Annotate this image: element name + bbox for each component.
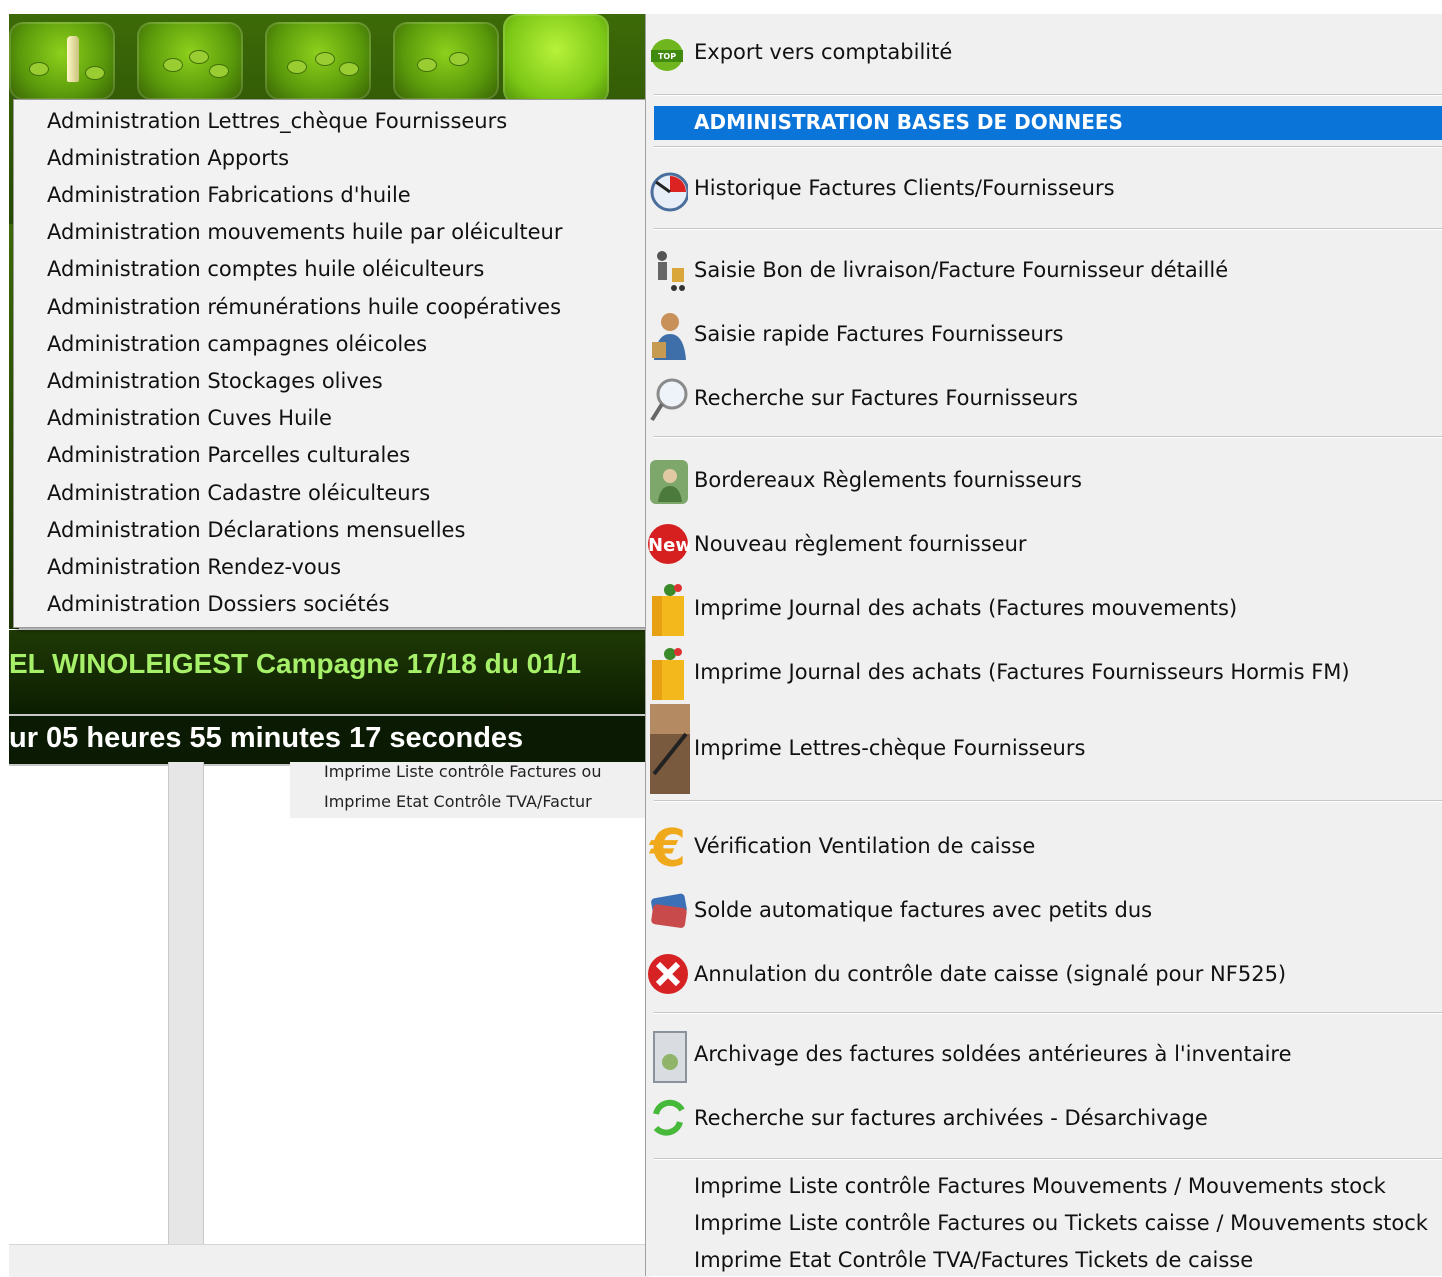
- submenu-item-rendez-vous[interactable]: Administration Rendez-vous: [47, 555, 341, 579]
- pen-signing-icon: [648, 704, 690, 794]
- menu-item-liste-tickets-stock[interactable]: Imprime Liste contrôle Factures ou Ticke…: [646, 1207, 1442, 1243]
- menu-item-annulation-controle[interactable]: Annulation du contrôle date caisse (sign…: [646, 942, 1442, 1006]
- menu-item-label: Bordereaux Règlements fournisseurs: [694, 468, 1082, 492]
- menu-item-imprime-lettres-cheque[interactable]: Imprime Lettres-chèque Fournisseurs: [646, 704, 1442, 800]
- delivery-cart-icon: [648, 242, 690, 298]
- euro-icon: €: [648, 816, 690, 879]
- svg-text:€: €: [649, 819, 686, 876]
- submenu-item-comptes-huile[interactable]: Administration comptes huile oléiculteur…: [47, 257, 484, 281]
- menu-item-label: Nouveau règlement fournisseur: [694, 532, 1027, 556]
- menu-item-label: Imprime Journal des achats (Factures mou…: [694, 596, 1238, 620]
- payment-person-icon: [648, 452, 690, 508]
- menu-item-administration-bases[interactable]: ADMINISTRATION BASES DE DONNEES: [654, 106, 1442, 140]
- svg-text:New: New: [648, 535, 690, 556]
- administration-submenu: Administration Lettres_chèque Fournisseu…: [13, 99, 648, 628]
- menu-item-verification-ventilation[interactable]: € Vérification Ventilation de caisse: [646, 814, 1442, 879]
- shopping-bag-icon: [648, 644, 690, 702]
- magnifier-icon: [648, 370, 690, 426]
- menu-item-label: Solde automatique factures avec petits d…: [694, 898, 1153, 922]
- submenu-item-cuves[interactable]: Administration Cuves Huile: [47, 406, 332, 430]
- submenu-item-declarations[interactable]: Administration Déclarations mensuelles: [47, 518, 465, 542]
- menu-item-label: Imprime Liste contrôle Factures ou Ticke…: [694, 1211, 1428, 1235]
- archive-icon: [648, 1026, 690, 1084]
- menu-item-label: Imprime Etat Contrôle TVA/Factures Ticke…: [694, 1248, 1254, 1272]
- context-menu: TOP Export vers comptabilité ADMINISTRAT…: [645, 14, 1442, 1276]
- background-menu-fragment: Imprime Liste contrôle Factures ou Impri…: [290, 762, 650, 818]
- menu-item-solde-automatique[interactable]: Solde automatique factures avec petits d…: [646, 878, 1442, 942]
- menu-item-label: Vérification Ventilation de caisse: [694, 834, 1036, 858]
- menu-item-label: Annulation du contrôle date caisse (sign…: [694, 962, 1287, 986]
- bg-menu-item: Imprime Etat Contrôle TVA/Factur: [324, 792, 592, 811]
- submenu-item-apports[interactable]: Administration Apports: [47, 146, 289, 170]
- vertical-scrollbar[interactable]: [168, 762, 204, 1244]
- menu-item-label: Export vers comptabilité: [694, 40, 953, 64]
- submenu-item-dossiers[interactable]: Administration Dossiers sociétés: [47, 592, 389, 616]
- menu-item-recherche-archivees[interactable]: Recherche sur factures archivées - Désar…: [646, 1086, 1442, 1150]
- shopping-bag-icon: [648, 580, 690, 638]
- banner-tile-olives-2: [265, 22, 371, 100]
- menu-separator: [654, 800, 1442, 802]
- banner-tile-wine: [9, 22, 115, 100]
- submenu-item-remunerations[interactable]: Administration rémunérations huile coopé…: [47, 295, 561, 319]
- menu-item-saisie-rapide[interactable]: Saisie rapide Factures Fournisseurs: [646, 302, 1442, 366]
- clock-icon: [648, 160, 690, 216]
- menu-item-export[interactable]: TOP Export vers comptabilité: [646, 28, 1442, 74]
- menu-item-etat-tva[interactable]: Imprime Etat Contrôle TVA/Factures Ticke…: [646, 1244, 1442, 1276]
- menu-separator: [654, 228, 1442, 230]
- user-box-icon: [648, 306, 690, 362]
- menu-separator: [654, 94, 1442, 96]
- status-bar: [9, 1244, 649, 1277]
- svg-text:TOP: TOP: [658, 52, 676, 61]
- red-cross-icon: [648, 946, 690, 1002]
- campagne-title: EL WINOLEIGEST Campagne 17/18 du 01/1: [9, 648, 582, 679]
- submenu-item-parcelles[interactable]: Administration Parcelles culturales: [47, 443, 410, 467]
- submenu-item-campagnes[interactable]: Administration campagnes oléicoles: [47, 332, 427, 356]
- timer-banner: ur 05 heures 55 minutes 17 secondes: [9, 714, 649, 766]
- bg-menu-item: Imprime Liste contrôle Factures ou: [324, 762, 602, 781]
- banner-tile-selected: [503, 14, 609, 104]
- menu-item-label: Imprime Liste contrôle Factures Mouvemen…: [694, 1174, 1386, 1198]
- submenu-item-stockages[interactable]: Administration Stockages olives: [47, 369, 383, 393]
- new-badge-icon: New: [648, 518, 692, 570]
- banner-tile-olives-1: [137, 22, 243, 100]
- menu-item-label: ADMINISTRATION BASES DE DONNEES: [694, 110, 1123, 134]
- campagne-banner: EL WINOLEIGEST Campagne 17/18 du 01/1: [9, 630, 649, 714]
- menu-separator: [654, 436, 1442, 438]
- menu-item-recherche[interactable]: Recherche sur Factures Fournisseurs: [646, 366, 1442, 430]
- menu-item-bordereaux[interactable]: Bordereaux Règlements fournisseurs: [646, 448, 1442, 512]
- menu-item-label: Recherche sur Factures Fournisseurs: [694, 386, 1078, 410]
- menu-item-journal-achats-mouvements[interactable]: Imprime Journal des achats (Factures mou…: [646, 576, 1442, 640]
- menu-item-label: Imprime Lettres-chèque Fournisseurs: [694, 736, 1086, 760]
- credit-cards-icon: [648, 886, 690, 934]
- menu-separator: [654, 146, 1442, 148]
- menu-separator: [654, 1158, 1442, 1160]
- submenu-item-cadastre[interactable]: Administration Cadastre oléiculteurs: [47, 481, 430, 505]
- menu-item-liste-mouvements-stock[interactable]: Imprime Liste contrôle Factures Mouvemen…: [646, 1170, 1442, 1206]
- green-refresh-icon: [648, 1090, 690, 1146]
- menu-item-label: Archivage des factures soldées antérieur…: [694, 1042, 1292, 1066]
- top-vente-badge-icon: TOP: [648, 38, 690, 72]
- menu-item-label: Saisie rapide Factures Fournisseurs: [694, 322, 1064, 346]
- menu-item-label: Imprime Journal des achats (Factures Fou…: [694, 660, 1350, 684]
- wine-bottle-icon: [67, 36, 79, 82]
- menu-item-label: Saisie Bon de livraison/Facture Fourniss…: [694, 258, 1229, 282]
- session-timer: ur 05 heures 55 minutes 17 secondes: [9, 722, 524, 754]
- menu-item-saisie-bl[interactable]: Saisie Bon de livraison/Facture Fourniss…: [646, 238, 1442, 302]
- menu-item-label: Historique Factures Clients/Fournisseurs: [694, 176, 1115, 200]
- submenu-item-mouvements-huile[interactable]: Administration mouvements huile par oléi…: [47, 220, 562, 244]
- menu-separator: [654, 1012, 1442, 1014]
- banner-tile-olives-3: [393, 22, 499, 100]
- menu-item-label: Recherche sur factures archivées - Désar…: [694, 1106, 1208, 1130]
- menu-item-nouveau-reglement[interactable]: New Nouveau règlement fournisseur: [646, 512, 1442, 576]
- submenu-item-fabrications[interactable]: Administration Fabrications d'huile: [47, 183, 411, 207]
- menu-item-historique[interactable]: Historique Factures Clients/Fournisseurs: [646, 156, 1442, 220]
- menu-item-journal-achats-hors-fm[interactable]: Imprime Journal des achats (Factures Fou…: [646, 640, 1442, 704]
- submenu-item-lettres-cheque[interactable]: Administration Lettres_chèque Fournisseu…: [47, 109, 507, 133]
- menu-item-archivage[interactable]: Archivage des factures soldées antérieur…: [646, 1022, 1442, 1086]
